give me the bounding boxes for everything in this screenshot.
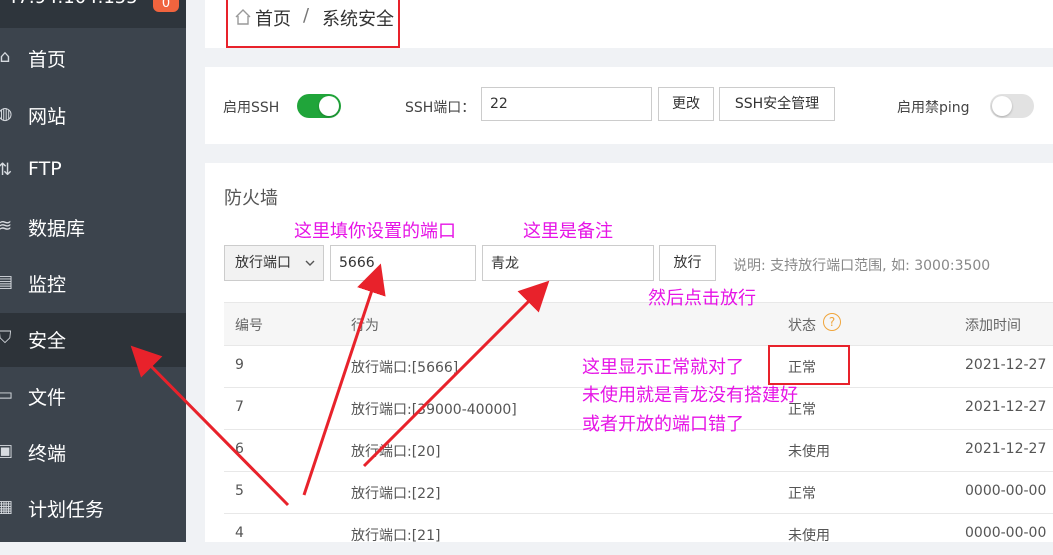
rule-time: 2021-12-27: [965, 357, 1047, 373]
rule-time: 0000-00-00: [965, 483, 1047, 499]
home-icon: ⌂: [0, 47, 11, 67]
rule-action: 放行端口:[20]: [351, 444, 441, 460]
toggle-knob: [319, 96, 339, 116]
sidebar-item-label: 数据库: [28, 218, 86, 240]
allow-port-button[interactable]: 放行: [659, 245, 716, 281]
ping-disable-label: 启用禁ping: [897, 100, 970, 116]
rule-type-value: 放行端口: [235, 255, 291, 271]
folder-icon: ▭: [0, 385, 14, 405]
sidebar-item-cron[interactable]: ▦ 计划任务: [0, 482, 186, 534]
toggle-knob: [992, 96, 1012, 116]
monitor-icon: ▤: [0, 272, 14, 292]
sidebar-item-label: 文件: [28, 387, 67, 409]
sidebar-item-label: 监控: [28, 274, 67, 296]
rule-id: 9: [235, 357, 244, 373]
rule-id: 4: [235, 525, 244, 541]
rule-action: 放行端口:[39000-40000]: [351, 402, 517, 418]
database-icon: ≋: [0, 216, 13, 236]
annotation-then-click: 然后点击放行: [648, 288, 756, 309]
sidebar-item-ftp[interactable]: ⇅ FTP: [0, 145, 186, 197]
rule-id: 5: [235, 483, 244, 499]
sidebar-item-website[interactable]: ◍ 网站: [0, 89, 186, 141]
sidebar-item-label: 终端: [28, 443, 67, 465]
ssh-port-input[interactable]: [481, 87, 652, 121]
port-input[interactable]: [330, 245, 476, 281]
rule-id: 6: [235, 441, 244, 457]
rule-id: 7: [235, 399, 244, 415]
rule-time: 2021-12-27: [965, 441, 1047, 457]
server-ip: 47.94.104.155: [6, 0, 138, 8]
sidebar-item-monitor[interactable]: ▤ 监控: [0, 257, 186, 309]
sidebar-item-label: 计划任务: [28, 499, 105, 521]
sidebar-item-label: 网站: [28, 106, 67, 128]
ssh-enable-label: 启用SSH: [223, 100, 280, 116]
port-range-hint: 说明: 支持放行端口范围, 如: 3000:3500: [733, 258, 991, 274]
table-row: 4 放行端口:[21] 未使用 0000-00-00: [224, 513, 1053, 555]
rule-status: 正常: [788, 486, 816, 502]
rule-time: 0000-00-00: [965, 525, 1047, 541]
rule-action: 放行端口:[21]: [351, 528, 441, 544]
calendar-icon: ▦: [0, 497, 14, 517]
help-icon[interactable]: ?: [823, 313, 841, 331]
column-status: 状态: [788, 318, 816, 334]
firewall-title: 防火墙: [224, 188, 278, 209]
shield-icon: ⛉: [0, 328, 12, 348]
firewall-table-header: 编号 行为 状态 添加时间: [224, 302, 1053, 346]
sidebar-item-label: 安全: [28, 330, 67, 352]
change-port-button[interactable]: 更改: [658, 87, 714, 121]
sidebar-item-database[interactable]: ≋ 数据库: [0, 201, 186, 253]
globe-icon: ◍: [0, 104, 13, 124]
annotation-status-box: [768, 345, 850, 385]
rule-time: 2021-12-27: [965, 399, 1047, 415]
ping-toggle[interactable]: [990, 94, 1034, 118]
annotation-fill-port: 这里填你设置的端口: [294, 221, 456, 242]
rule-action: 放行端口:[22]: [351, 486, 441, 502]
sidebar-header: 47.94.104.155 0: [0, 0, 186, 28]
sidebar-item-label: FTP: [28, 158, 62, 180]
table-row: 5 放行端口:[22] 正常 0000-00-00: [224, 471, 1053, 514]
column-id: 编号: [235, 318, 263, 334]
sidebar-item-home[interactable]: ⌂ 首页: [0, 32, 186, 84]
column-action: 行为: [351, 318, 379, 334]
rule-type-select[interactable]: 放行端口: [224, 245, 324, 281]
annotation-status-note-1: 这里显示正常就对了: [582, 357, 744, 378]
sidebar-item-files[interactable]: ▭ 文件: [0, 370, 186, 422]
sidebar-item-terminal[interactable]: ▣ 终端: [0, 426, 186, 478]
annotation-remark: 这里是备注: [523, 221, 613, 242]
sidebar-item-label: 首页: [28, 49, 67, 71]
notification-badge[interactable]: 0: [153, 0, 179, 12]
ftp-icon: ⇅: [0, 160, 13, 180]
rule-status: 未使用: [788, 528, 830, 544]
sidebar-item-security[interactable]: ⛉ 安全: [0, 313, 186, 367]
ssh-security-manage-button[interactable]: SSH安全管理: [719, 87, 835, 121]
terminal-icon: ▣: [0, 441, 14, 461]
ssh-toggle[interactable]: [297, 94, 341, 118]
remark-input[interactable]: [482, 245, 654, 281]
annotation-breadcrumb-box: [226, 0, 400, 48]
rule-action: 放行端口:[5666]: [351, 360, 459, 376]
column-time: 添加时间: [965, 318, 1021, 334]
annotation-status-note-3: 或者开放的端口错了: [582, 414, 744, 435]
annotation-status-note-2: 未使用就是青龙没有搭建好: [582, 385, 798, 406]
sidebar: 47.94.104.155 0 ⌂ 首页 ◍ 网站 ⇅ FTP ≋ 数据库 ▤ …: [0, 0, 186, 542]
rule-status: 未使用: [788, 444, 830, 460]
ssh-port-label: SSH端口：: [405, 100, 476, 116]
chevron-down-icon: [305, 260, 315, 266]
